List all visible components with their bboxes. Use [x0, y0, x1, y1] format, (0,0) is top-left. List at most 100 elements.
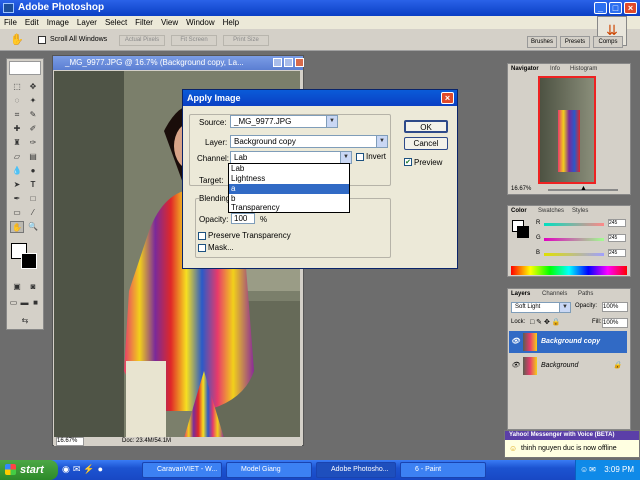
shape-tool-icon[interactable]: □ [26, 193, 40, 205]
menu-image[interactable]: Image [47, 16, 69, 29]
full-screen-menu-mode-icon[interactable]: ▬ [19, 297, 30, 309]
b-value[interactable]: 245 [608, 249, 626, 257]
hand-tool-icon[interactable]: ✋ [10, 221, 24, 233]
path-selection-tool-icon[interactable]: ➤ [10, 179, 24, 191]
jump-to-imageready-icon[interactable]: ⇆ [10, 315, 40, 327]
type-tool-icon[interactable]: T [26, 179, 40, 191]
taskbar-item-paint[interactable]: 6 - Paint [400, 462, 486, 478]
tab-navigator[interactable]: Navigator [511, 65, 547, 74]
color-ramp[interactable] [511, 266, 627, 275]
taskbar-item-model-giang[interactable]: Model Giang [226, 462, 312, 478]
menu-view[interactable]: View [161, 16, 178, 29]
close-button[interactable]: × [624, 2, 637, 14]
eraser-tool-icon[interactable]: ▱ [10, 151, 24, 163]
tab-channels[interactable]: Channels [542, 290, 572, 299]
pen-tool-icon[interactable]: ✒ [10, 193, 24, 205]
slider-handle-icon[interactable]: ▲ [580, 185, 587, 192]
gradient-tool-icon[interactable]: ▤ [26, 151, 40, 163]
color-background-swatch[interactable] [517, 226, 529, 238]
eyedropper-tool-icon[interactable]: ⁄ [26, 207, 40, 219]
lock-options-icon[interactable]: □ ✎ ✥ 🔒 [530, 318, 561, 326]
tray-icons[interactable]: ☺✉ [580, 460, 597, 480]
messenger-notification[interactable]: Yahoo! Messenger with Voice (BETA) ☺ thi… [504, 430, 640, 458]
scroll-all-windows-checkbox[interactable] [38, 36, 46, 44]
menu-select[interactable]: Select [105, 16, 127, 29]
magic-wand-tool-icon[interactable]: ✦ [26, 95, 40, 107]
preview-checkbox[interactable]: ✔ [404, 158, 412, 166]
hand-tool-icon[interactable]: ✋ [10, 33, 24, 46]
brushes-tab[interactable]: Brushes [527, 36, 557, 48]
channel-option-lab[interactable]: Lab [229, 164, 349, 174]
r-value[interactable]: 245 [608, 219, 626, 227]
navigator-zoom[interactable]: 16.67% [511, 186, 531, 192]
print-size-button[interactable]: Print Size [223, 35, 269, 46]
invert-checkbox[interactable] [356, 153, 364, 161]
move-tool-icon[interactable]: ✥ [26, 81, 40, 93]
layer-select[interactable]: Background copy ▼ [230, 135, 388, 148]
standard-mode-icon[interactable]: ▣ [10, 281, 24, 293]
crop-tool-icon[interactable]: ⌗ [10, 109, 24, 121]
zoom-tool-icon[interactable]: 🔍 [26, 221, 40, 233]
channel-option-lightness[interactable]: Lightness [229, 174, 349, 184]
tab-swatches[interactable]: Swatches [538, 207, 568, 216]
ok-button[interactable]: OK [404, 120, 448, 133]
quick-mask-mode-icon[interactable]: ◙ [26, 281, 40, 293]
taskbar-item-photoshop[interactable]: Adobe Photosho... [316, 462, 396, 478]
healing-brush-tool-icon[interactable]: ✚ [10, 123, 24, 135]
mask-checkbox[interactable] [198, 244, 206, 252]
g-value[interactable]: 245 [608, 234, 626, 242]
document-minimize-button[interactable] [273, 58, 282, 67]
menu-layer[interactable]: Layer [77, 16, 97, 29]
quick-launch-icons[interactable]: ◉✉⚡● [62, 464, 106, 475]
b-slider[interactable] [544, 253, 604, 256]
tab-histogram[interactable]: Histogram [570, 65, 608, 74]
start-button[interactable]: start [0, 460, 58, 480]
document-maximize-button[interactable] [284, 58, 293, 67]
tab-layers[interactable]: Layers [511, 290, 533, 299]
tab-styles[interactable]: Styles [572, 207, 594, 216]
clone-stamp-tool-icon[interactable]: ♜ [10, 137, 24, 149]
standard-screen-mode-icon[interactable]: ▭ [8, 297, 19, 309]
channel-option-transparency[interactable]: Transparency [229, 203, 349, 213]
zoom-field[interactable]: 16.67% [56, 437, 84, 446]
comps-tab[interactable]: Comps [593, 36, 623, 48]
eye-icon[interactable]: 👁 [511, 331, 520, 353]
actual-pixels-button[interactable]: Actual Pixels [119, 35, 165, 46]
brush-tool-icon[interactable]: ✐ [26, 123, 40, 135]
history-brush-tool-icon[interactable]: ✑ [26, 137, 40, 149]
document-close-button[interactable] [295, 58, 304, 67]
maximize-button[interactable]: □ [609, 2, 622, 14]
opacity-input[interactable]: 100 [231, 213, 255, 224]
source-select[interactable]: _MG_9977.JPG ▼ [230, 115, 338, 128]
menu-file[interactable]: File [4, 16, 17, 29]
blur-tool-icon[interactable]: 💧 [10, 165, 24, 177]
dialog-close-button[interactable]: × [441, 92, 454, 104]
dodge-tool-icon[interactable]: ● [26, 165, 40, 177]
preserve-transparency-checkbox[interactable] [198, 232, 206, 240]
g-slider[interactable] [544, 238, 604, 241]
menu-help[interactable]: Help [223, 16, 239, 29]
tab-paths[interactable]: Paths [578, 290, 600, 299]
layer-row-background[interactable]: 👁 Background 🔒 [509, 355, 627, 377]
eye-icon[interactable]: 👁 [511, 355, 520, 377]
r-slider[interactable] [544, 223, 604, 226]
taskbar-item-caravanviet[interactable]: CaravanVIET - W... [142, 462, 222, 478]
presets-tab[interactable]: Presets [560, 36, 590, 48]
tab-color[interactable]: Color [511, 207, 533, 216]
lasso-tool-icon[interactable]: ◌ [10, 95, 24, 107]
menu-filter[interactable]: Filter [135, 16, 153, 29]
cancel-button[interactable]: Cancel [404, 137, 448, 150]
slice-tool-icon[interactable]: ✎ [26, 109, 40, 121]
marquee-tool-icon[interactable]: ⬚ [10, 81, 24, 93]
menu-edit[interactable]: Edit [25, 16, 39, 29]
blend-mode-select[interactable]: Soft Light ▼ [511, 302, 571, 313]
tab-info[interactable]: Info [550, 65, 566, 74]
notes-tool-icon[interactable]: ▭ [10, 207, 24, 219]
navigator-thumbnail[interactable] [538, 76, 596, 184]
fit-screen-button[interactable]: Fit Screen [171, 35, 217, 46]
layer-opacity-input[interactable]: 100% [602, 302, 628, 312]
menu-window[interactable]: Window [186, 16, 214, 29]
fill-input[interactable]: 100% [602, 318, 628, 328]
minimize-button[interactable]: _ [594, 2, 607, 14]
background-color-swatch[interactable] [21, 253, 37, 269]
